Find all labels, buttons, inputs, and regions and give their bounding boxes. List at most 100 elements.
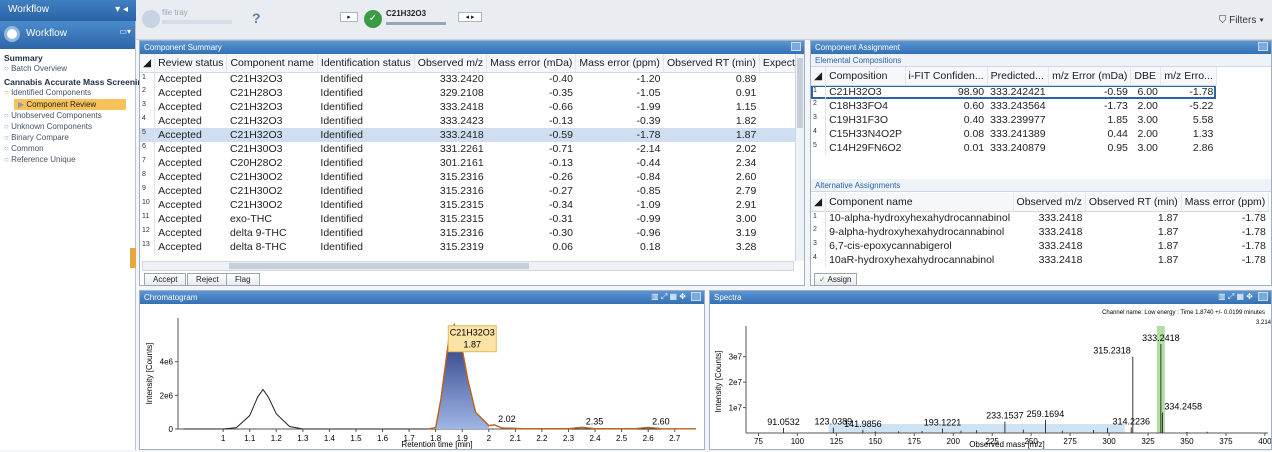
y-axis-label: Intensity [Counts] (714, 351, 723, 413)
pin-icon[interactable]: ▭▾ (119, 27, 131, 36)
table-cell: -0.34 (548, 199, 573, 211)
file-tray-icon[interactable] (142, 10, 160, 28)
row-index: 8 (140, 170, 156, 184)
spectrum-chart[interactable]: Channel name: Low energy : Time 1.8740 +… (710, 304, 1272, 449)
peak-rt-label: 1.87 (464, 340, 482, 350)
column-header[interactable]: i-FIT Confiden... (905, 67, 988, 86)
assign-button[interactable]: ✓ Assign (814, 273, 857, 286)
reject-button[interactable]: Reject (187, 273, 228, 286)
file-tray-slider[interactable] (162, 20, 232, 24)
column-header[interactable]: DBE (1130, 67, 1162, 86)
table-row[interactable]: 1 C21H32O3 98.90 333.242421 -0.59 6.00 -1.78 (811, 85, 1216, 99)
chart-tools-icon[interactable]: ▥ ⤢ ▦ ✥ (1218, 292, 1253, 302)
table-row[interactable]: 3 6,7-cis-epoxycannabigerol 333.2418 1.87 -1… (811, 239, 1269, 253)
row-index: 1 (811, 211, 827, 225)
table-cell: 331.2261 (439, 143, 484, 155)
maximize-icon[interactable] (791, 42, 801, 51)
row-index: 4 (140, 114, 156, 128)
accept-button[interactable]: Accept (144, 273, 187, 286)
column-header[interactable]: Component name (226, 54, 318, 73)
table-row[interactable]: 2 9-alpha-hydroxyhexahydrocannabinol 333.2… (811, 225, 1269, 239)
table-row[interactable]: 10 Accepted C21H30O2 Identified 315.2315 -0.3… (140, 198, 796, 212)
column-header[interactable]: Observed RT (min) (663, 54, 760, 73)
column-header[interactable]: Component name (825, 193, 1014, 212)
table-row[interactable]: 13 Accepted delta 8-THC Identified 315.2319 0… (140, 240, 796, 254)
sidebar-item-label: Unobserved Components (11, 111, 102, 120)
circle-icon: ○ (4, 133, 12, 142)
table-row[interactable]: 8 Accepted C21H30O2 Identified 315.2316 -0.26… (140, 170, 796, 184)
column-header[interactable]: m/z Error (mDa) (1048, 67, 1132, 86)
column-header[interactable]: Review status (154, 54, 228, 73)
table-row[interactable]: 3 C19H31F3O 0.40 333.239977 1.85 3.00 5.58 (811, 113, 1216, 127)
sidebar-item[interactable]: Cannabis Accurate Mass Screenin... (4, 77, 150, 87)
table-row[interactable]: 2 Accepted C21H28O3 Identified 329.2108 -0.35… (140, 86, 796, 100)
column-header[interactable]: Observed m/z (1013, 193, 1086, 212)
vertical-scrollbar[interactable] (795, 54, 804, 261)
column-header[interactable]: m/z Erro... (1160, 67, 1217, 86)
column-header[interactable]: Expected RT (min) (759, 54, 796, 73)
maximize-icon[interactable] (691, 292, 701, 301)
sidebar-splitter[interactable] (130, 248, 136, 268)
help-icon[interactable]: ? (252, 10, 261, 26)
table-row[interactable]: 4 C15H33N4O2P 0.08 333.241389 0.44 2.00 1.33 (811, 127, 1216, 141)
table-row[interactable]: 2 C18H33FO4 0.60 333.243564 -1.73 2.00 -5.22 (811, 99, 1216, 113)
maximize-icon[interactable] (1258, 42, 1268, 51)
sidebar-item[interactable]: ○ Unknown Components (4, 122, 92, 131)
table-cell: -1.78 (1241, 240, 1266, 252)
peak-label: 2.60 (652, 416, 670, 426)
table-cell: Accepted (158, 101, 202, 113)
row-index: 9 (140, 184, 156, 198)
sidebar-item[interactable]: ▶ Component Review (14, 99, 126, 110)
horizontal-scrollbar[interactable] (142, 261, 794, 271)
table-row[interactable]: 4 Accepted C21H32O3 Identified 333.2423 -0.13… (140, 114, 796, 128)
component-table-viewport: ◢ Review status Component name Identificati… (140, 54, 796, 261)
column-header[interactable]: Observed m/z (414, 54, 488, 73)
table-cell: 0.40 (963, 114, 985, 126)
table-row[interactable]: 4 10aR-hydroxyhexahydrocannabinol 333.2418… (811, 253, 1269, 267)
table-cell (759, 170, 796, 184)
column-header[interactable]: Mass error (ppm) (1181, 193, 1270, 212)
sidebar-item[interactable]: ○ Batch Overview (4, 64, 67, 73)
table-cell: 301.2161 (439, 157, 484, 169)
chart-tools-icon[interactable]: ▥ ⤢ ▦ ✥ (651, 292, 686, 302)
sidebar-item[interactable]: ○ Identified Components (4, 88, 91, 97)
table-row[interactable]: 3 Accepted C21H32O3 Identified 333.2418 -0.66… (140, 100, 796, 114)
table-row[interactable]: 12 Accepted delta 9-THC Identified 315.2316 -… (140, 226, 796, 240)
prev-component-button[interactable]: ▸ (340, 12, 358, 22)
column-header[interactable]: Mass error (mDa) (486, 54, 577, 73)
elemental-compositions-tab[interactable]: Elemental Compositions (811, 54, 1271, 67)
column-header[interactable]: Composition (825, 67, 906, 86)
column-header[interactable]: Identification status (317, 54, 415, 73)
table-row[interactable]: 5 C14H29FN6O2 0.01 333.240879 0.95 3.00 2.86 (811, 141, 1216, 155)
column-header[interactable]: Observed RT (min) (1085, 193, 1182, 212)
sidebar-item[interactable]: ○ Unobserved Components (4, 111, 102, 120)
table-row[interactable]: 1 Accepted C21H32O3 Identified 333.2420 -0.40… (140, 72, 796, 86)
row-index: 3 (811, 113, 827, 127)
table-row[interactable]: 11 Accepted exo-THC Identified 315.2315 -0.31… (140, 212, 796, 226)
chromatogram-chart[interactable]: 1 1.1 1.2 1.3 1.4 1.5 1.6 1.7 1.8 1.9 2 2.1 2.2 2.3 2.… (140, 304, 704, 449)
filters-button[interactable]: ⛉ Filters ▾ (1219, 15, 1264, 26)
sidebar-item[interactable]: ○ Reference Unique (4, 155, 76, 164)
sidebar-item[interactable]: ○ Common (4, 144, 44, 153)
x-tick-label: 2 (487, 434, 492, 443)
column-header[interactable]: Mass error (ppm) (575, 54, 664, 73)
flag-button[interactable]: Flag (226, 273, 260, 286)
table-row[interactable]: 7 Accepted C20H28O2 Identified 301.2161 -0.13… (140, 156, 796, 170)
sidebar-item[interactable]: Summary (4, 53, 43, 63)
table-row[interactable]: 9 Accepted C21H30O2 Identified 315.2316 -0.27… (140, 184, 796, 198)
table-row[interactable]: 5 Accepted C21H32O3 Identified 333.2418 -0.59… (140, 128, 796, 142)
assign-label: Assign (827, 275, 852, 284)
next-component-button[interactable]: ◂ ▸ (458, 12, 482, 22)
peak-mass-label: 314.2236 (1112, 416, 1150, 426)
x-tick-label: 375 (1219, 437, 1233, 446)
table-row[interactable]: 1 10-alpha-hydroxyhexahydrocannabinol 333.… (811, 211, 1269, 225)
table-cell (759, 86, 796, 100)
peak-mass-label: 315.2318 (1093, 346, 1131, 356)
workflow-tab[interactable]: Workflow ▾ ◂ (0, 0, 136, 21)
table-row[interactable]: 6 Accepted C21H30O3 Identified 331.2261 -0.71… (140, 142, 796, 156)
column-header[interactable]: Predicted... (987, 67, 1050, 86)
sidebar-item[interactable]: ○ Binary Compare (4, 133, 69, 142)
maximize-icon[interactable] (1258, 292, 1268, 301)
chevron-down-icon[interactable]: ▾ ◂ (115, 4, 128, 15)
y-tick-label: 3e7 (729, 353, 743, 362)
